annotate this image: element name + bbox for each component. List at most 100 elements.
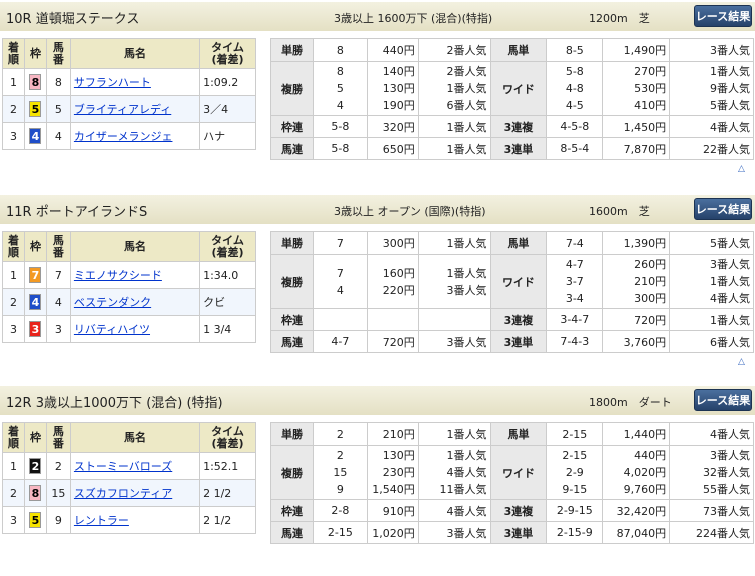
horse-name-link[interactable]: サフランハート (74, 76, 151, 89)
bet-combination (312, 308, 368, 331)
popularity: 1番人気 (417, 137, 491, 160)
waku-cell: 2 (23, 452, 47, 480)
results-header-cell: 着順 (2, 231, 25, 262)
bet-type-label: 3連単 (489, 330, 548, 353)
scroll-up-icon[interactable]: △ (738, 357, 745, 367)
horse-name-link[interactable]: ストーミーバローズ (74, 460, 172, 473)
popularity: 3番人気 1番人気 4番人気 (669, 254, 754, 309)
finish-time: ハナ (199, 122, 256, 150)
popularity-line: 3番人気 (710, 258, 750, 271)
popularity-line: 11番人気 (439, 483, 487, 496)
payout-amount: 1,440円 (602, 422, 671, 446)
payout-row: 複勝 2 15 9 130円 230円 1,540円 1番人気 4番人気 11番人気 ワイド 2-15… (270, 445, 754, 500)
payout-amount: 910円 (366, 499, 419, 522)
payout-amount: 650円 (366, 137, 419, 160)
table-row: 3 4 4 カイザーメランジェ ハナ (2, 122, 256, 150)
bet-type-label: ワイド (489, 254, 548, 309)
results-header-cell: 着順 (2, 38, 25, 69)
waku-cell: 5 (23, 95, 47, 123)
waku-cell: 3 (23, 315, 47, 343)
finish-position: 1 (2, 68, 25, 96)
payout-amount-line: 1,540円 (372, 483, 415, 496)
payout-amount: 720円 (366, 330, 419, 353)
popularity: 2番人気 1番人気 6番人気 (417, 61, 491, 116)
popularity: 1番人気 9番人気 5番人気 (669, 61, 754, 116)
popularity-line: 4番人気 (710, 292, 750, 305)
bet-combination-line: 7 (336, 266, 344, 280)
payout-amount-line: 4,020円 (623, 466, 667, 479)
waku-badge: 5 (29, 101, 42, 117)
payout-amount: 260円 210円 300円 (602, 254, 671, 309)
popularity-line: 1番人気 (446, 449, 487, 462)
bet-combination-line: 2 (336, 449, 344, 462)
race-distance: 1200m 芝 (589, 12, 650, 25)
results-header-cell: 馬番 (45, 422, 71, 453)
payout-amount-line: 160円 (382, 266, 415, 280)
popularity: 1番人気 (417, 115, 491, 138)
table-row: 2 8 15 スズカフロンティア 2 1/2 (2, 479, 256, 507)
popularity: 1番人気 (669, 308, 754, 331)
horse-name-link[interactable]: カイザーメランジェ (74, 130, 173, 143)
popularity: 1番人気 (417, 231, 491, 255)
finish-time: 2 1/2 (199, 479, 256, 507)
horse-name-link[interactable]: ベステンダンク (74, 296, 151, 309)
race-result-button[interactable]: レース結果 (694, 5, 752, 27)
finish-time: 1:52.1 (199, 452, 256, 480)
race-header: 11R ポートアイランドS 3歳以上 オープン (国際)(特指) 1600m 芝 レー… (0, 195, 755, 224)
horse-name-link[interactable]: レントラー (74, 514, 129, 527)
results-header-cell: 馬名 (69, 231, 201, 262)
payout-amount: 3,760円 (602, 330, 671, 353)
horse-name-link[interactable]: スズカフロンティア (74, 487, 172, 500)
finish-position: 1 (2, 261, 25, 289)
horse-name-link[interactable]: ミエノサクシード (74, 269, 162, 282)
bet-combination-line: 4 (336, 99, 344, 112)
horse-number: 5 (45, 95, 71, 123)
payout-amount-line: 530円 (634, 82, 667, 95)
results-table: 着順枠馬番 馬名 タイム (着差) 1 8 8 サフランハート 1:09.2 2 5 5 ブライティア… (2, 38, 256, 150)
results-header-cell: 馬番 (45, 38, 71, 69)
bet-type-label: 複勝 (270, 445, 314, 500)
bet-combination: 8 (312, 38, 368, 62)
popularity: 1番人気 3番人気 (417, 254, 491, 309)
finish-position: 2 (2, 479, 25, 507)
bet-combination: 2 (312, 422, 368, 446)
horse-name-cell: ブライティアレディ (69, 95, 201, 123)
payout-amount-line: 210円 (634, 275, 667, 288)
payout-amount-line: 300円 (634, 292, 667, 305)
horse-name-cell: サフランハート (69, 68, 201, 96)
race-section: 11R ポートアイランドS 3歳以上 オープン (国際)(特指) 1600m 芝 レー… (0, 195, 755, 385)
payout-amount-line: 9,760円 (623, 483, 667, 496)
results-header-cell: タイム (着差) (199, 38, 256, 69)
horse-name-link[interactable]: ブライティアレディ (74, 103, 171, 116)
results-header-cell: 着順 (2, 422, 25, 453)
bet-combination: 5-8 (312, 137, 368, 160)
bet-type-label: 3連単 (489, 137, 548, 160)
bet-combination: 4-5-8 (546, 115, 604, 138)
popularity: 22番人気 (669, 137, 754, 160)
payout-amount: 1,490円 (602, 38, 671, 62)
payout-amount: 7,870円 (602, 137, 671, 160)
popularity-line: 32番人気 (703, 466, 750, 479)
race-distance: 1800m ダート (589, 396, 672, 409)
results-header-cell: 枠 (23, 231, 47, 262)
payout-amount: 320円 (366, 115, 419, 138)
waku-cell: 4 (23, 288, 47, 316)
scroll-up-icon[interactable]: △ (738, 164, 745, 174)
payout-row: 複勝 7 4 160円 220円 1番人気 3番人気 ワイド 4-7 3-7 3-4 260円 210円… (270, 254, 754, 309)
race-result-button[interactable]: レース結果 (694, 389, 752, 411)
race-title: 12R 3歳以上1000万下 (混合) (特指) (6, 396, 223, 411)
waku-cell: 8 (23, 68, 47, 96)
bet-combination: 8 5 4 (312, 61, 368, 116)
bet-combination-line: 5-8 (565, 65, 584, 78)
finish-position: 3 (2, 315, 25, 343)
horse-name-cell: ベステンダンク (69, 288, 201, 316)
popularity-line: 6番人気 (446, 99, 487, 112)
bet-combination: 7 (312, 231, 368, 255)
race-result-button[interactable]: レース結果 (694, 198, 752, 220)
bet-combination-line: 9 (336, 483, 344, 496)
bet-type-label: 3連複 (489, 115, 548, 138)
bet-type-label: 馬連 (270, 521, 314, 544)
bet-combination: 8-5-4 (546, 137, 604, 160)
results-header-cell: 枠 (23, 38, 47, 69)
horse-name-link[interactable]: リバティハイツ (74, 323, 150, 336)
